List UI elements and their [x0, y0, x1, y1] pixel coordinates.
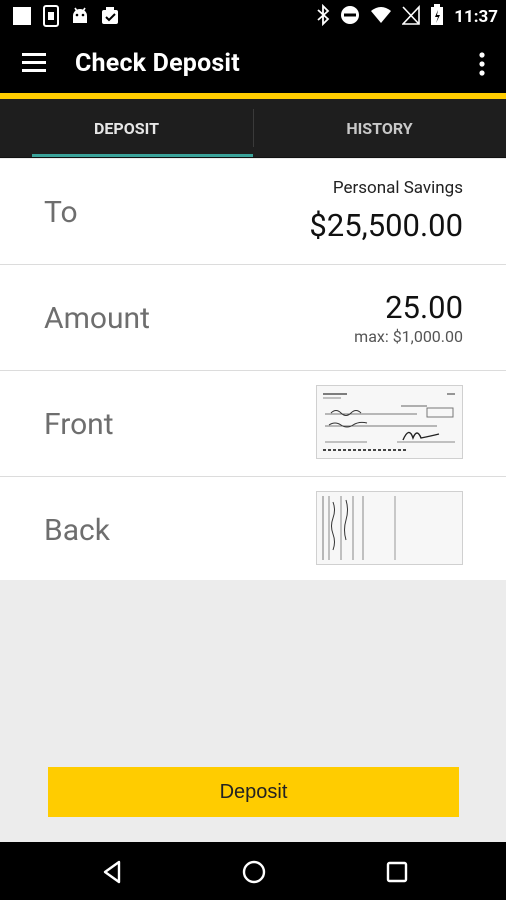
- back-image-row[interactable]: Back: [0, 477, 506, 580]
- to-account-balance: $25,500.00: [309, 207, 463, 244]
- system-nav-bar: [0, 842, 506, 900]
- amount-row[interactable]: Amount 25.00 max: $1,000.00: [0, 265, 506, 371]
- tab-bar: DEPOSIT HISTORY: [0, 99, 506, 158]
- sim-card-icon: [42, 5, 60, 31]
- recent-apps-icon[interactable]: [383, 858, 411, 886]
- status-bar: 11:37: [0, 0, 506, 32]
- front-image-row[interactable]: Front: [0, 371, 506, 477]
- status-bar-right: 11:37: [316, 3, 498, 30]
- check-back-thumbnail[interactable]: [316, 491, 463, 565]
- bluetooth-icon: [316, 3, 330, 30]
- status-time: 11:37: [454, 7, 498, 27]
- checklist-icon: [100, 6, 120, 30]
- front-label: Front: [44, 407, 114, 442]
- to-account-row[interactable]: To Personal Savings $25,500.00: [0, 159, 506, 265]
- app-bar: Check Deposit: [0, 32, 506, 93]
- back-icon[interactable]: [99, 858, 127, 886]
- tab-selected-indicator: [32, 154, 253, 157]
- amount-label: Amount: [44, 301, 150, 336]
- check-front-thumbnail[interactable]: [316, 385, 463, 459]
- to-account-name: Personal Savings: [332, 178, 463, 198]
- overflow-menu-icon[interactable]: [476, 51, 488, 77]
- home-icon[interactable]: [240, 858, 268, 886]
- deposit-button[interactable]: Deposit: [48, 767, 459, 817]
- back-label: Back: [44, 513, 110, 548]
- tab-history[interactable]: HISTORY: [253, 99, 506, 157]
- signal-icon: [401, 4, 420, 29]
- hamburger-menu-icon[interactable]: [22, 52, 48, 74]
- to-label: To: [44, 195, 78, 230]
- tab-deposit[interactable]: DEPOSIT: [0, 99, 253, 157]
- status-bar-left: [12, 5, 120, 31]
- amount-value[interactable]: 25.00: [385, 289, 463, 326]
- wifi-icon: [370, 6, 392, 28]
- page-title: Check Deposit: [75, 49, 240, 78]
- android-icon: [70, 6, 90, 30]
- amount-max-text: max: $1,000.00: [354, 327, 463, 346]
- do-not-disturb-icon: [340, 5, 360, 29]
- battery-icon: [430, 4, 444, 30]
- square-icon: [12, 6, 32, 30]
